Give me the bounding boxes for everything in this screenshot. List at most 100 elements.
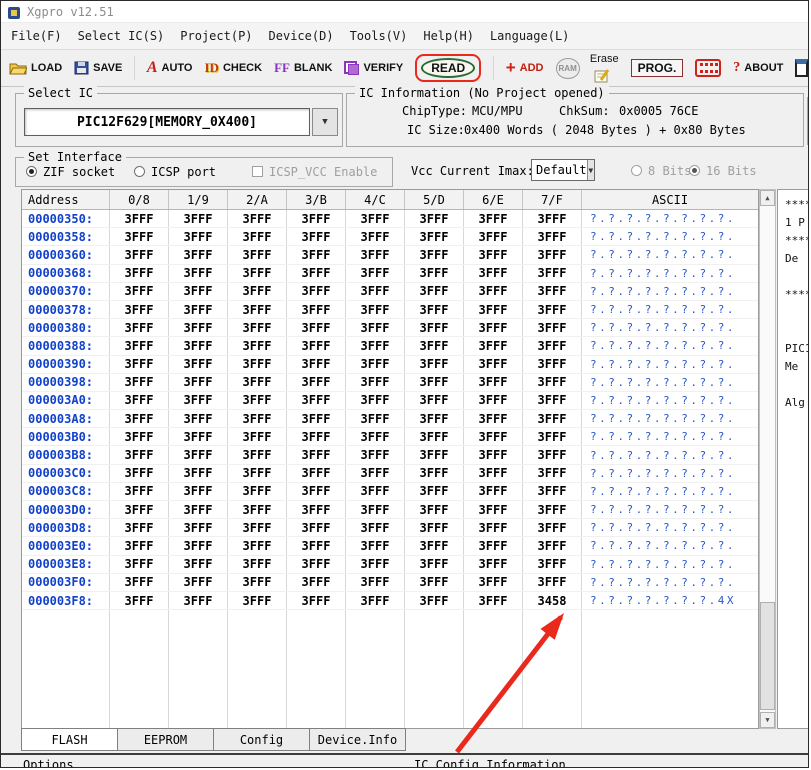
hex-cell[interactable]: 3FFF: [110, 483, 169, 500]
tab-config[interactable]: Config: [213, 728, 310, 751]
selected-ic-combobox[interactable]: PIC12F629[MEMORY_0X400]: [24, 108, 310, 136]
hex-cell[interactable]: 3FFF: [110, 392, 169, 409]
hex-cell[interactable]: 3FFF: [228, 446, 287, 463]
hex-cell[interactable]: 3FFF: [405, 537, 464, 554]
ascii-cell[interactable]: ?.?.?.?.?.?.?.?.: [582, 301, 758, 318]
hex-cell[interactable]: 3FFF: [464, 392, 523, 409]
hex-cell[interactable]: 3FFF: [228, 301, 287, 318]
hex-cell[interactable]: 3FFF: [405, 446, 464, 463]
hex-cell[interactable]: 3FFF: [110, 446, 169, 463]
hex-cell[interactable]: 3FFF: [346, 319, 405, 336]
ascii-cell[interactable]: ?.?.?.?.?.?.?.?.: [582, 465, 758, 482]
hex-cell[interactable]: 3FFF: [287, 246, 346, 263]
hex-cell[interactable]: 3FFF: [346, 301, 405, 318]
hex-cell[interactable]: 3FFF: [169, 265, 228, 282]
hex-cell[interactable]: 3FFF: [169, 446, 228, 463]
hex-cell[interactable]: 3FFF: [464, 301, 523, 318]
ascii-cell[interactable]: ?.?.?.?.?.?.?.?.: [582, 556, 758, 573]
hex-cell[interactable]: 3FFF: [346, 374, 405, 391]
hex-cell[interactable]: 3FFF: [228, 210, 287, 227]
ascii-cell[interactable]: ?.?.?.?.?.?.?.?.: [582, 501, 758, 518]
hex-cell[interactable]: 3FFF: [169, 246, 228, 263]
hex-cell[interactable]: 3FFF: [228, 519, 287, 536]
hex-cell[interactable]: 3FFF: [110, 356, 169, 373]
hex-cell[interactable]: 3FFF: [346, 246, 405, 263]
ic-dropdown-button[interactable]: ▼: [312, 108, 338, 136]
hex-cell[interactable]: 3FFF: [169, 210, 228, 227]
hex-cell[interactable]: 3FFF: [110, 319, 169, 336]
hex-cell[interactable]: 3FFF: [464, 465, 523, 482]
ascii-cell[interactable]: ?.?.?.?.?.?.?.?.: [582, 228, 758, 245]
hex-cell[interactable]: 3FFF: [287, 501, 346, 518]
hex-cell[interactable]: 3FFF: [287, 337, 346, 354]
socket-button[interactable]: [695, 59, 721, 77]
vertical-scrollbar[interactable]: ▲ ▼: [759, 189, 776, 729]
hex-cell[interactable]: 3FFF: [110, 501, 169, 518]
verify-button[interactable]: VERIFY: [344, 61, 403, 75]
hex-cell[interactable]: 3FFF: [110, 265, 169, 282]
hex-cell[interactable]: 3FFF: [287, 574, 346, 591]
hex-cell[interactable]: 3FFF: [523, 483, 582, 500]
hex-cell[interactable]: 3FFF: [287, 283, 346, 300]
hex-cell[interactable]: 3FFF: [346, 337, 405, 354]
hex-cell[interactable]: 3FFF: [110, 410, 169, 427]
hex-cell[interactable]: 3FFF: [287, 446, 346, 463]
hex-cell[interactable]: 3FFF: [287, 428, 346, 445]
hex-cell[interactable]: 3FFF: [228, 265, 287, 282]
window-icon[interactable]: [795, 59, 808, 77]
hex-cell[interactable]: 3FFF: [169, 301, 228, 318]
hex-cell[interactable]: 3FFF: [110, 210, 169, 227]
hex-cell[interactable]: 3FFF: [169, 428, 228, 445]
menu-item[interactable]: Project(P): [180, 29, 252, 43]
hex-cell[interactable]: 3FFF: [228, 392, 287, 409]
hex-cell[interactable]: 3FFF: [110, 228, 169, 245]
hex-cell[interactable]: 3FFF: [228, 465, 287, 482]
hex-cell[interactable]: 3FFF: [405, 519, 464, 536]
ascii-cell[interactable]: ?.?.?.?.?.?.?.?.: [582, 374, 758, 391]
hex-cell[interactable]: 3FFF: [228, 283, 287, 300]
hex-cell[interactable]: 3FFF: [523, 210, 582, 227]
hex-cell[interactable]: 3FFF: [405, 301, 464, 318]
menu-item[interactable]: Device(D): [269, 29, 334, 43]
hex-cell[interactable]: 3FFF: [287, 210, 346, 227]
hex-cell[interactable]: 3FFF: [523, 428, 582, 445]
hex-cell[interactable]: 3FFF: [110, 556, 169, 573]
hex-cell[interactable]: 3FFF: [228, 337, 287, 354]
hex-cell[interactable]: 3FFF: [464, 319, 523, 336]
hex-cell[interactable]: 3FFF: [110, 574, 169, 591]
ascii-cell[interactable]: ?.?.?.?.?.?.?.4X: [582, 592, 758, 609]
hex-cell[interactable]: 3FFF: [228, 410, 287, 427]
ascii-cell[interactable]: ?.?.?.?.?.?.?.?.: [582, 210, 758, 227]
hex-cell[interactable]: 3FFF: [405, 265, 464, 282]
hex-cell[interactable]: 3FFF: [169, 392, 228, 409]
hex-cell[interactable]: 3FFF: [523, 392, 582, 409]
hex-cell[interactable]: 3FFF: [346, 283, 405, 300]
hex-cell[interactable]: 3FFF: [346, 483, 405, 500]
hex-cell[interactable]: 3FFF: [464, 574, 523, 591]
menu-item[interactable]: File(F): [11, 29, 62, 43]
menu-item[interactable]: Language(L): [490, 29, 569, 43]
hex-cell[interactable]: 3FFF: [464, 374, 523, 391]
hex-cell[interactable]: 3FFF: [169, 465, 228, 482]
hex-cell[interactable]: 3FFF: [228, 537, 287, 554]
ascii-cell[interactable]: ?.?.?.?.?.?.?.?.: [582, 265, 758, 282]
hex-cell[interactable]: 3FFF: [405, 428, 464, 445]
hex-cell[interactable]: 3FFF: [346, 574, 405, 591]
hex-cell[interactable]: 3FFF: [464, 283, 523, 300]
hex-cell[interactable]: 3FFF: [405, 337, 464, 354]
hex-cell[interactable]: 3FFF: [523, 228, 582, 245]
hex-cell[interactable]: 3FFF: [169, 410, 228, 427]
blank-button[interactable]: BLANK: [274, 60, 332, 76]
hex-cell[interactable]: 3FFF: [110, 374, 169, 391]
hex-cell[interactable]: 3FFF: [405, 246, 464, 263]
hex-cell[interactable]: 3FFF: [464, 483, 523, 500]
hex-cell[interactable]: 3FFF: [228, 319, 287, 336]
hex-cell[interactable]: 3FFF: [523, 519, 582, 536]
hex-cell[interactable]: 3FFF: [287, 319, 346, 336]
icsp-port-radio[interactable]: [134, 166, 145, 177]
hex-cell[interactable]: 3FFF: [346, 210, 405, 227]
hex-cell[interactable]: 3FFF: [346, 265, 405, 282]
read-button[interactable]: READ: [421, 58, 475, 78]
add-button[interactable]: ADD: [506, 58, 544, 78]
hex-cell[interactable]: 3FFF: [287, 265, 346, 282]
